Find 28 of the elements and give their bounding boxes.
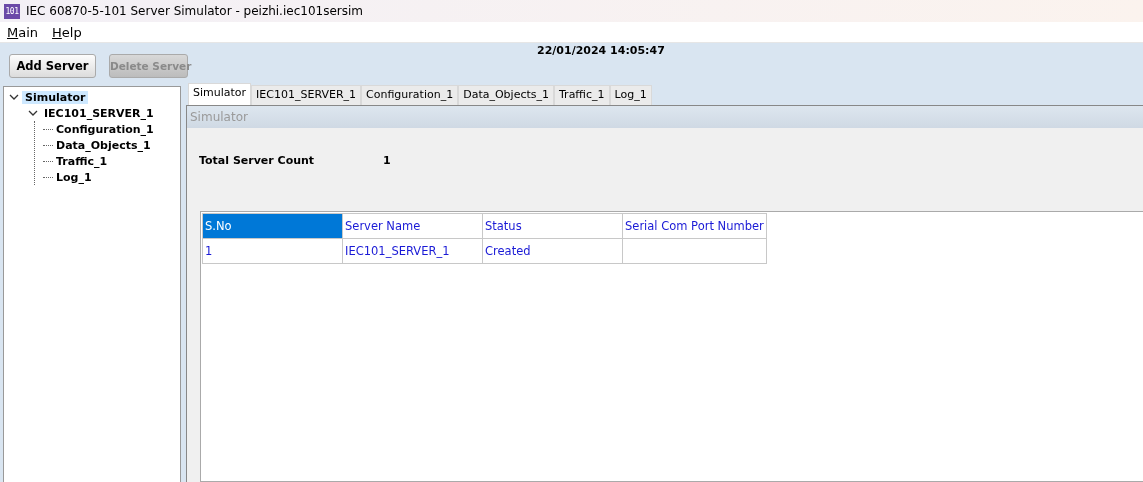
tree-item[interactable]: Traffic_1: [53, 154, 111, 168]
table-cell: Created: [482, 238, 623, 264]
tab[interactable]: Traffic_1: [554, 85, 610, 105]
menu-item[interactable]: Main: [7, 24, 39, 40]
tab[interactable]: Simulator: [188, 83, 252, 105]
add-server-button[interactable]: Add Server: [9, 54, 96, 78]
table-cell: 1: [202, 238, 343, 264]
column-header[interactable]: S.No: [202, 213, 343, 239]
window-title: IEC 60870-5-101 Server Simulator - peizhi.iec101sersim: [26, 4, 363, 18]
summary-label: Total Server Count: [199, 154, 316, 169]
tree-item[interactable]: IEC101_SERVER_1: [41, 106, 157, 120]
tree-item[interactable]: Simulator: [22, 90, 89, 104]
column-header[interactable]: Status: [482, 213, 623, 239]
tree-item[interactable]: Data_Objects_1: [53, 138, 154, 152]
app-icon: 101: [4, 3, 20, 19]
tab[interactable]: IEC101_SERVER_1: [251, 85, 362, 105]
table-cell: IEC101_SERVER_1: [342, 238, 483, 264]
column-header[interactable]: Server Name: [342, 213, 483, 239]
summary-value: 1: [383, 154, 391, 169]
tab[interactable]: Configuration_1: [361, 85, 459, 105]
tab[interactable]: Log_1: [609, 85, 652, 105]
menu-item[interactable]: Help: [52, 24, 82, 40]
datetime: 22/01/2024 14:05:47: [537, 44, 665, 57]
panel-title: Simulator: [187, 106, 1143, 128]
tab[interactable]: Data_Objects_1: [458, 85, 554, 105]
tree-item[interactable]: Configuration_1: [53, 122, 157, 136]
column-header[interactable]: Serial Com Port Number: [622, 213, 767, 239]
tree-item[interactable]: Log_1: [53, 170, 95, 184]
